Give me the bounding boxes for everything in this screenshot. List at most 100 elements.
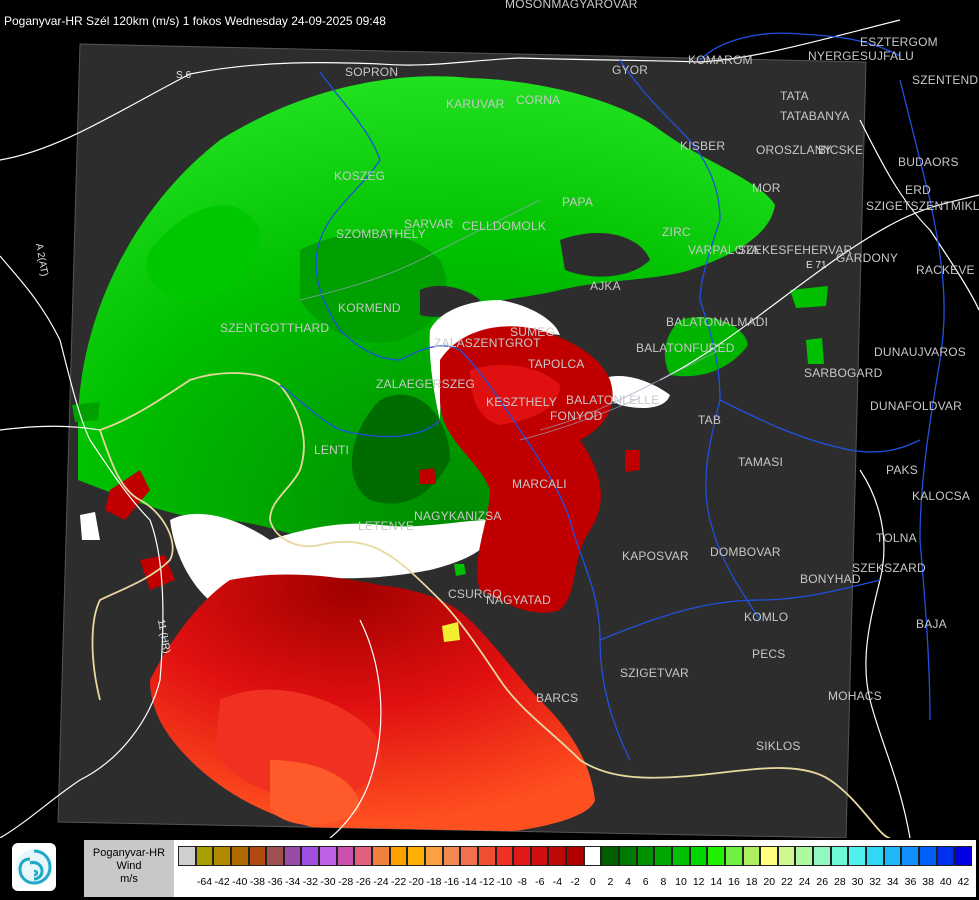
legend-swatch xyxy=(583,846,602,866)
legend-station: Poganyvar-HR xyxy=(92,847,166,859)
legend-swatch xyxy=(530,846,549,866)
legend-tick-label: -10 xyxy=(496,876,513,888)
place-label: RACKEVE xyxy=(916,263,975,277)
legend-tick-label: 18 xyxy=(745,876,758,888)
legend-tick-label: -18 xyxy=(426,876,442,888)
place-label: NAGYKANIZSA xyxy=(414,509,502,523)
legend-swatch xyxy=(918,846,937,866)
place-label: PAPA xyxy=(562,195,593,209)
place-label: BONYHAD xyxy=(800,572,861,586)
place-label: ERD xyxy=(905,183,931,197)
legend-tick-label: 2 xyxy=(607,876,614,888)
legend-tick-label: -38 xyxy=(249,876,266,888)
legend-tick-label: 0 xyxy=(589,876,596,888)
legend-tick-label: 6 xyxy=(642,876,649,888)
legend-tick-label: 26 xyxy=(816,876,829,888)
place-label: KORMEND xyxy=(338,301,401,315)
legend-swatch xyxy=(848,846,866,866)
legend-tick-label: -40 xyxy=(232,876,248,888)
place-label: BICSKE xyxy=(818,143,863,157)
place-label: DUNAUJVAROS xyxy=(874,345,966,359)
legend-swatch xyxy=(283,846,302,866)
legend-product: Wind xyxy=(116,860,142,872)
legend-swatch xyxy=(354,846,373,866)
legend-tick-label: -24 xyxy=(373,876,389,888)
legend-tick-label: -6 xyxy=(535,876,545,888)
legend-tick-label: -42 xyxy=(214,876,230,888)
legend-tick-label: -64 xyxy=(196,876,213,888)
legend-swatch xyxy=(195,846,214,866)
place-label: PAKS xyxy=(886,463,918,477)
legend-tick-label: 14 xyxy=(710,876,723,888)
radar-map-view: Poganyvar-HR Szél 120km (m/s) 1 fokos We… xyxy=(0,0,979,900)
legend-tick-label: -28 xyxy=(338,876,354,888)
place-label: SZIGETVAR xyxy=(620,666,689,680)
place-label: MOSONMAGYAROVAR xyxy=(505,0,638,11)
place-label: AJKA xyxy=(590,279,621,293)
legend-tick-label: -14 xyxy=(461,876,477,888)
radar-map[interactable]: MOSONMAGYAROVAR SOPRON GYOR KOMAROM ESZTERGO… xyxy=(0,0,979,838)
place-label: KOMLO xyxy=(744,610,788,624)
legend-swatch xyxy=(901,846,919,866)
legend-swatch xyxy=(266,846,284,866)
place-label: KARUVAR xyxy=(446,97,505,111)
place-label: NAGYATAD xyxy=(486,593,551,607)
place-label: ESZTERGOM xyxy=(860,35,938,49)
legend-tick-label: 42 xyxy=(957,876,970,888)
legend-swatch xyxy=(248,846,267,866)
legend-swatch xyxy=(936,846,955,866)
place-label: GARDONY xyxy=(836,251,898,265)
place-label: KESZTHELY xyxy=(486,395,557,409)
legend-swatch xyxy=(619,846,637,866)
place-label: TOLNA xyxy=(876,531,917,545)
legend-swatch xyxy=(477,846,496,866)
place-label: BALATONALMADI xyxy=(666,315,768,329)
legend-swatch xyxy=(954,846,972,866)
legend-swatch xyxy=(636,846,655,866)
place-label: SOPRON xyxy=(345,65,398,79)
legend-tick-label: 12 xyxy=(692,876,705,888)
place-label: SZEKSZARD xyxy=(852,561,926,575)
legend-id-panel: Poganyvar-HR Wind m/s xyxy=(84,840,174,897)
place-label: MOHACS xyxy=(828,689,882,703)
legend-tick-label: -32 xyxy=(302,876,318,888)
legend-tick-label: 34 xyxy=(886,876,899,888)
place-label: ZALASZENTGROT xyxy=(434,336,541,350)
legend-tick-label: 22 xyxy=(781,876,793,888)
place-label: FONYOD xyxy=(550,409,603,423)
place-label: TAB xyxy=(698,413,721,427)
place-label: KOMAROM xyxy=(688,53,753,67)
legend-tick-label: 10 xyxy=(675,876,687,888)
legend-tick-label: -16 xyxy=(443,876,460,888)
legend-tick-label: -22 xyxy=(391,876,407,888)
legend-swatch xyxy=(601,846,620,866)
legend-swatch xyxy=(319,846,337,866)
place-label: BALATONFURED xyxy=(636,341,735,355)
place-label: SZOMBATHELY xyxy=(336,227,426,241)
place-label: SARBOGARD xyxy=(804,366,883,380)
color-legend: Poganyvar-HR Wind m/s -64 -42 -40 -38 -36 -34… xyxy=(84,840,976,897)
legend-swatch xyxy=(671,846,690,866)
legend-swatch xyxy=(424,846,443,866)
place-label: LETENYE xyxy=(358,519,414,533)
legend-swatch xyxy=(883,846,902,866)
legend-swatch xyxy=(407,846,425,866)
place-label: SZENTENDRE xyxy=(912,73,979,87)
legend-tick-label: 20 xyxy=(763,876,776,888)
legend-tick-label: -36 xyxy=(267,876,283,888)
legend-tick-label: -2 xyxy=(570,876,580,888)
legend-swatch xyxy=(707,846,725,866)
legend-swatch xyxy=(513,846,531,866)
legend-swatch xyxy=(724,846,743,866)
legend-swatch xyxy=(548,846,567,866)
legend-swatch xyxy=(742,846,761,866)
legend-tick-label: 36 xyxy=(904,876,917,888)
place-label: BUDAORS xyxy=(898,155,959,169)
legend-swatch xyxy=(442,846,461,866)
place-label: ZIRC xyxy=(662,225,691,239)
place-label: TATABANYA xyxy=(780,109,850,123)
legend-tick-label: 16 xyxy=(728,876,740,888)
place-label: TAMASI xyxy=(738,455,783,469)
legend-swatch xyxy=(213,846,231,866)
place-label: MOR xyxy=(752,181,781,195)
